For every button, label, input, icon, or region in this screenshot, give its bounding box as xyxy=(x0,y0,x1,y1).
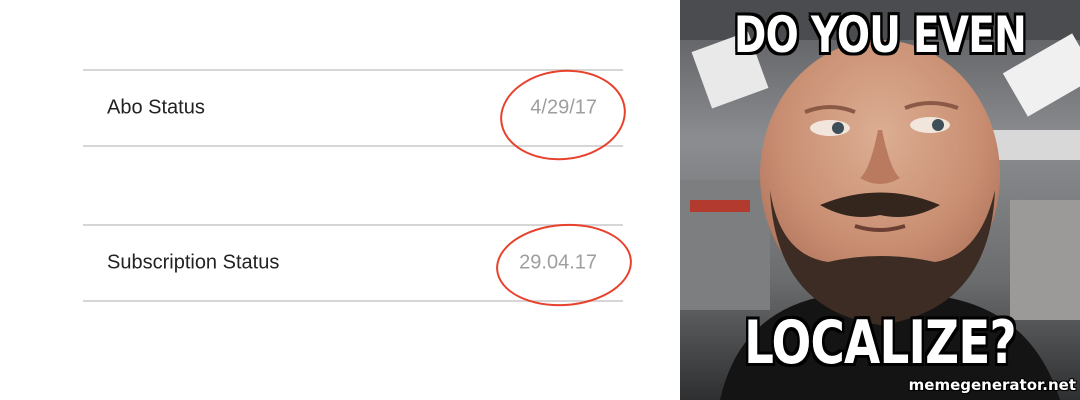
watermark-text: memegenerator.net xyxy=(908,376,1076,394)
meme-top-caption: DO YOU EVEN xyxy=(734,6,1027,64)
settings-row-abo-status[interactable]: Abo Status 4/29/17 xyxy=(83,69,623,147)
row-value: 4/29/17 xyxy=(530,96,597,119)
screenshot-canvas: Abo Status 4/29/17 Subscription Status 2… xyxy=(0,0,1080,400)
row-value: 29.04.17 xyxy=(519,251,597,274)
row-label: Subscription Status xyxy=(107,251,280,274)
meme-bottom-caption: LOCALIZE? xyxy=(744,308,1017,378)
row-label: Abo Status xyxy=(107,96,205,119)
meme-image: DO YOU EVEN LOCALIZE? memegenerator.net xyxy=(680,0,1080,400)
settings-row-subscription-status[interactable]: Subscription Status 29.04.17 xyxy=(83,224,623,302)
settings-panel: Abo Status 4/29/17 Subscription Status 2… xyxy=(0,0,680,400)
